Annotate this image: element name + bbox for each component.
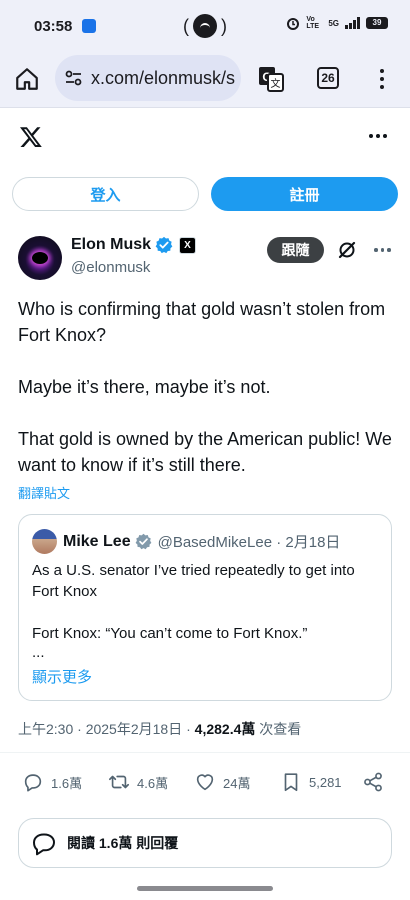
notification-app-icon [82,19,97,33]
read-replies-button[interactable]: 閱讀 1.6萬 則回覆 [18,818,392,868]
quote-text: As a U.S. senator I’ve tried repeatedly … [32,560,382,644]
author-avatar[interactable] [18,236,62,280]
hotspot-indicator: ( ) [183,14,227,38]
bookmark-count: 5,281 [309,774,342,790]
divider [0,752,410,753]
quoted-post-card[interactable]: Mike Lee @BasedMikeLee · 2月18日 As a U.S.… [18,514,392,701]
tab-switcher-button[interactable]: 26 [317,67,339,89]
post-time[interactable]: 上午2:30 [18,721,73,737]
post-paragraph: That gold is owned by the American publi… [18,429,392,475]
post-paragraph: Maybe it’s there, maybe it’s not. [18,377,271,397]
url-text: x.com/elonmusk/s [91,67,236,88]
reply-count: 1.6萬 [51,775,83,791]
svg-text:文: 文 [271,77,281,90]
quote-verified-badge-icon [135,533,151,550]
post-meta: 上午2:30 · 2025年2月18日 · 4,282.4萬 次查看 [18,719,301,739]
meta-separator: · [182,721,195,737]
status-indicators: Vo LTE 5G 39 [286,16,388,30]
quote-header: Mike Lee @BasedMikeLee · 2月18日 [63,531,340,552]
quote-paragraph: As a U.S. senator I’ve tried repeatedly … [32,562,355,600]
login-button[interactable]: 登入 [12,177,199,211]
author-name[interactable]: Elon Musk [71,236,151,254]
views-label: 次查看 [255,721,302,737]
hotspot-bracket-left: ( [183,15,189,36]
like-count: 24萬 [223,775,251,791]
post-more-icon[interactable] [374,248,391,252]
address-bar[interactable]: x.com/elonmusk/s [55,55,241,101]
repost-count: 4.6萬 [137,775,169,791]
site-settings-icon[interactable] [63,67,85,89]
post-text: Who is confirming that gold wasn’t stole… [18,296,394,478]
quote-paragraph: Fort Knox: “You can’t come to Fort Knox.… [32,625,308,642]
quote-handle-date: @BasedMikeLee · 2月18日 [157,534,341,551]
quote-author-avatar [32,529,57,554]
battery-icon: 39 [366,17,388,29]
reply-button[interactable]: 1.6萬 [22,771,82,793]
quote-ellipsis: ... [32,644,45,661]
signal-icon [345,17,360,29]
reply-bubble-icon [33,833,55,856]
hotspot-icon [193,14,217,38]
follow-button[interactable]: 跟隨 [267,237,324,263]
header-more-icon[interactable] [369,134,387,138]
grok-icon[interactable] [337,240,357,260]
post-actions: 1.6萬 4.6萬 24萬 5,281 [0,765,410,801]
browser-toolbar: x.com/elonmusk/s G文 26 [0,52,410,108]
home-icon[interactable] [14,66,40,92]
auth-buttons: 登入 註冊 [12,177,398,211]
heart-icon [196,774,214,791]
author-handle[interactable]: @elonmusk [71,259,150,276]
share-icon [364,772,382,792]
translate-icon[interactable]: G文 [258,66,284,92]
hotspot-bracket-right: ) [221,15,227,36]
bookmark-icon [284,773,298,792]
repost-button[interactable]: 4.6萬 [108,771,168,793]
read-replies-label: 閱讀 1.6萬 則回覆 [67,835,179,851]
verified-badge-icon [155,236,173,254]
show-more-link[interactable]: 顯示更多 [32,666,92,687]
views-count: 4,282.4萬 [194,721,256,737]
reply-icon [24,774,42,792]
x-logo-icon[interactable] [19,125,43,149]
post-paragraph: Who is confirming that gold wasn’t stole… [18,299,386,345]
like-button[interactable]: 24萬 [194,771,250,793]
status-time: 03:58 [34,17,73,35]
network-type-label: 5G [328,18,339,28]
browser-menu-button[interactable] [374,65,390,93]
share-button[interactable] [362,771,384,793]
meta-separator: · [73,721,86,737]
author-name-row: Elon Musk X [71,236,197,254]
quote-author-name: Mike Lee [63,532,131,550]
alarm-icon [287,18,300,30]
affiliate-x-badge: X [179,236,197,254]
signup-button[interactable]: 註冊 [211,177,398,211]
volte-label: Vo LTE [306,16,320,30]
gesture-navigation-bar[interactable] [137,886,273,891]
x-header [0,108,410,168]
repost-icon [109,775,129,789]
translate-post-link[interactable]: 翻譯貼文 [18,483,70,502]
post-date[interactable]: 2025年2月18日 [86,721,183,737]
bookmark-button[interactable]: 5,281 [280,771,342,793]
